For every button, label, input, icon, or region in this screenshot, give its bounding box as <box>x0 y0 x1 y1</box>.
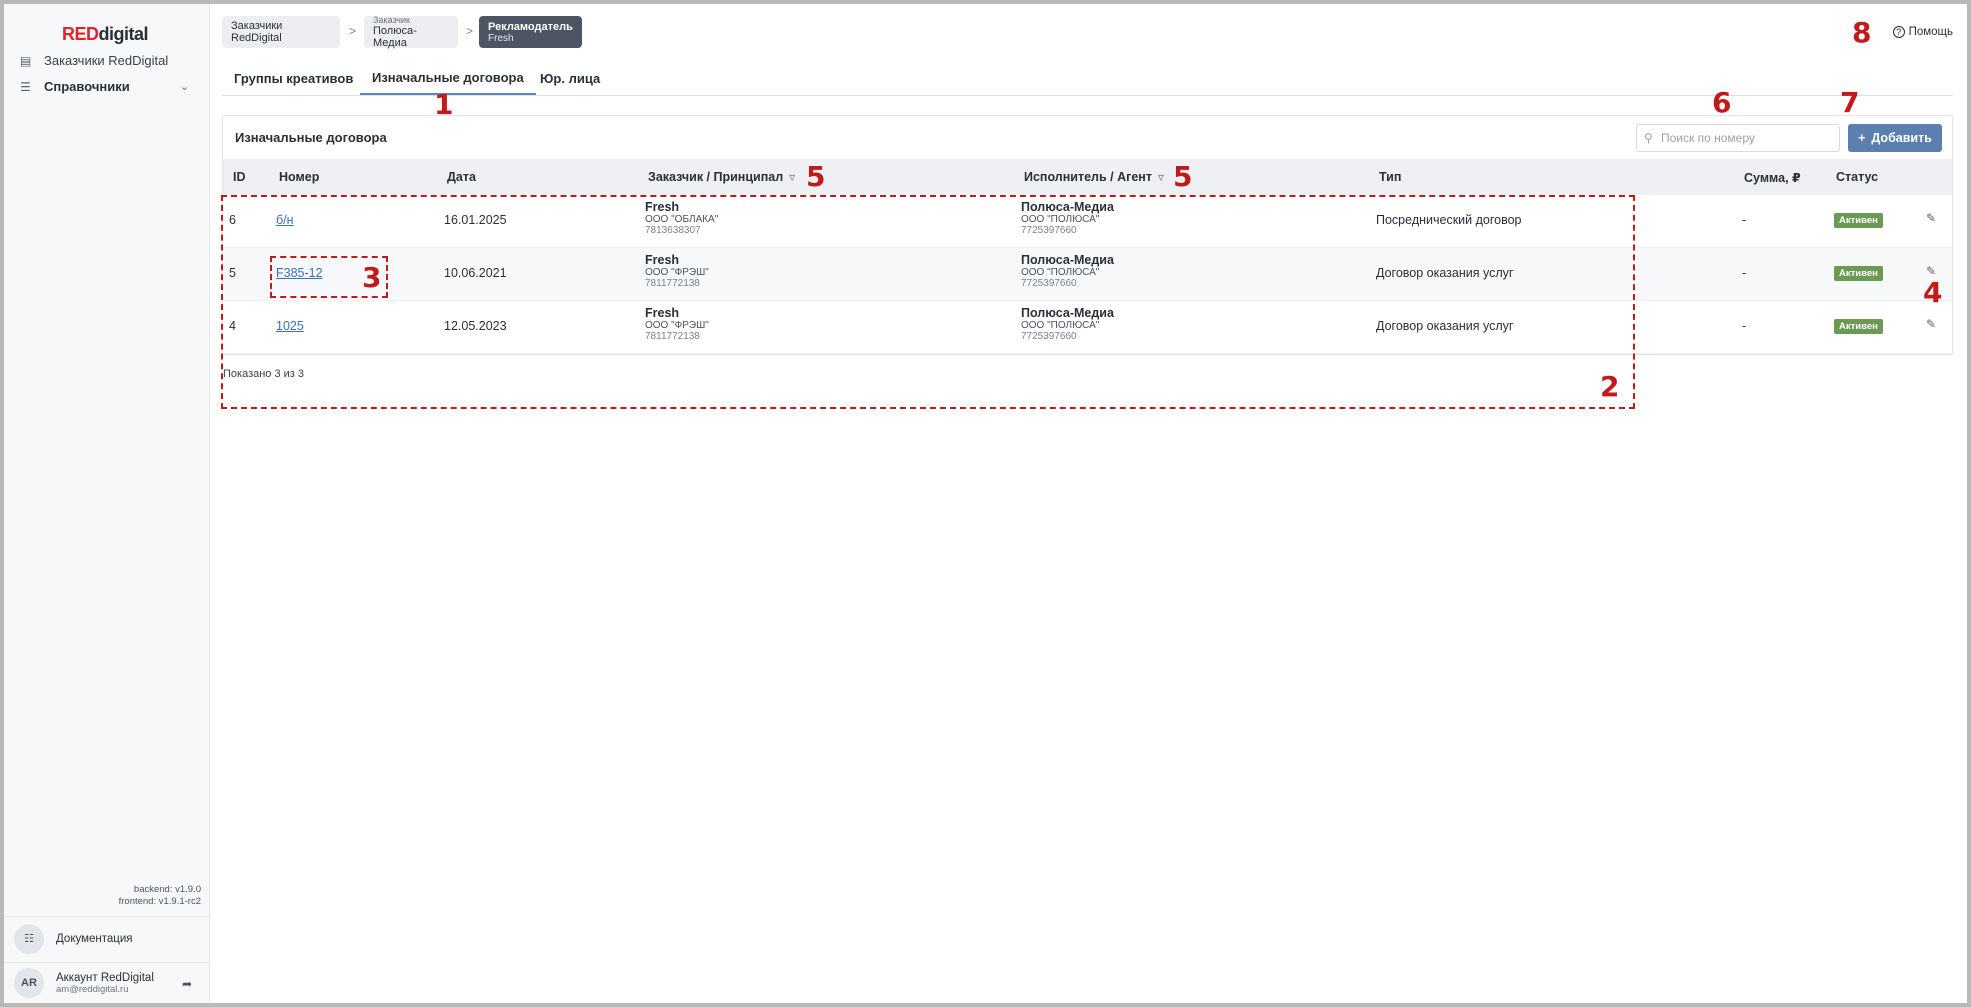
table-header: ID Номер Дата Заказчик / Принципал ▿ Испо… <box>223 159 1952 195</box>
breadcrumb-advertiser[interactable]: Рекламодатель Fresh <box>479 16 582 48</box>
logo-red-text: RED <box>62 24 99 44</box>
tab-creative-groups[interactable]: Группы креативов <box>222 62 365 95</box>
column-header-type[interactable]: Тип <box>1379 170 1401 184</box>
column-header-sum[interactable]: Сумма, ₽ <box>1744 170 1801 185</box>
frontend-version: frontend: v1.9.1-rc2 <box>118 896 201 907</box>
documentation-label: Документация <box>56 932 133 945</box>
chevron-right-icon: > <box>466 24 474 38</box>
column-header-executor[interactable]: Исполнитель / Агент ▿ <box>1024 170 1164 184</box>
annotation-box-table <box>221 195 1635 409</box>
tab-label: Юр. лица <box>540 71 601 86</box>
column-header-customer[interactable]: Заказчик / Принципал ▿ <box>648 170 795 184</box>
annotation-number: 3 <box>362 261 382 294</box>
logo[interactable]: REDdigital <box>62 24 149 45</box>
annotation-number: 5 <box>1173 160 1193 193</box>
card-title: Изначальные договора <box>235 130 387 145</box>
column-header-status[interactable]: Статус <box>1836 170 1878 184</box>
tabs: Группы креативов Изначальные договора Юр… <box>222 62 1953 96</box>
breadcrumb-customer[interactable]: Заказчик Полюса-Медиа <box>364 15 458 49</box>
documentation-link[interactable]: ☷ Документация <box>4 916 210 960</box>
annotation-number: 1 <box>434 88 454 121</box>
search-icon: ⚲ <box>1644 131 1653 145</box>
logo-digital-text: digital <box>98 24 149 44</box>
tab-label: Изначальные договора <box>372 70 524 85</box>
column-header-number[interactable]: Номер <box>279 170 319 184</box>
search-input[interactable]: ⚲ Поиск по номеру <box>1636 124 1840 152</box>
breadcrumb-label: Полюса-Медиа <box>373 25 417 49</box>
breadcrumb-label: Рекламодатель <box>488 20 573 33</box>
account-block[interactable]: AR Аккаунт RedDigital am@reddigital.ru ➦ <box>4 962 210 1003</box>
search-placeholder: Поиск по номеру <box>1661 131 1755 145</box>
sidebar-item-label: Заказчики RedDigital <box>44 53 169 68</box>
list-icon: ☰ <box>20 79 31 94</box>
filter-icon[interactable]: ▿ <box>789 170 795 184</box>
column-header-id[interactable]: ID <box>233 170 246 184</box>
question-icon: ? <box>1892 26 1905 38</box>
cell-sum: - <box>1742 319 1747 333</box>
sidebar: REDdigital ▤ Заказчики RedDigital ☰ Спра… <box>4 4 210 1003</box>
edit-pencil-icon[interactable]: ✎ <box>1926 211 1936 225</box>
breadcrumb-label: Заказчики RedDigital <box>231 20 283 44</box>
help-label: Помощь <box>1908 26 1953 38</box>
column-header-label: Исполнитель / Агент <box>1024 170 1152 184</box>
logout-icon[interactable]: ➦ <box>182 977 192 991</box>
breadcrumb-caption: Заказчик <box>373 15 410 25</box>
help-link[interactable]: ? Помощь <box>1892 26 1953 38</box>
backend-version: backend: v1.9.0 <box>133 884 201 895</box>
edit-pencil-icon[interactable]: ✎ <box>1926 317 1936 331</box>
annotation-number: 4 <box>1923 276 1943 309</box>
tab-legal-entities[interactable]: Юр. лица <box>528 62 612 95</box>
account-name: Аккаунт RedDigital <box>56 971 154 984</box>
chevron-right-icon: > <box>349 24 357 38</box>
column-header-label: Заказчик / Принципал <box>648 170 784 184</box>
breadcrumb-customers[interactable]: Заказчики RedDigital <box>222 16 340 48</box>
account-email: am@reddigital.ru <box>56 983 129 995</box>
version-info: backend: v1.9.0 frontend: v1.9.1-rc2 <box>119 884 201 908</box>
annotation-number: 2 <box>1600 370 1620 403</box>
sidebar-item-customers[interactable]: ▤ Заказчики RedDigital <box>20 53 168 68</box>
cell-sum: - <box>1742 213 1747 227</box>
document-icon: ☷ <box>14 923 44 954</box>
status-badge: Активен <box>1834 266 1883 281</box>
chevron-down-icon[interactable]: ⌄ <box>180 80 189 93</box>
status-badge: Активен <box>1834 213 1883 228</box>
breadcrumb-caption: Fresh <box>488 32 514 44</box>
annotation-number: 5 <box>806 160 826 193</box>
annotation-number: 8 <box>1852 16 1872 49</box>
tab-label: Группы креативов <box>234 71 354 86</box>
plus-icon: + <box>1858 131 1866 145</box>
sidebar-item-directories[interactable]: ☰ Справочники <box>20 79 130 94</box>
avatar: AR <box>14 968 44 998</box>
cell-sum: - <box>1742 266 1747 280</box>
annotation-number: 7 <box>1840 86 1860 119</box>
annotation-number: 6 <box>1712 86 1732 119</box>
add-button-label: Добавить <box>1871 131 1932 145</box>
add-button[interactable]: + Добавить <box>1848 124 1942 152</box>
filter-icon[interactable]: ▿ <box>1158 170 1164 184</box>
column-header-date[interactable]: Дата <box>447 170 476 184</box>
status-badge: Активен <box>1834 319 1883 334</box>
id-card-icon: ▤ <box>20 53 32 68</box>
sidebar-item-label: Справочники <box>44 79 130 94</box>
